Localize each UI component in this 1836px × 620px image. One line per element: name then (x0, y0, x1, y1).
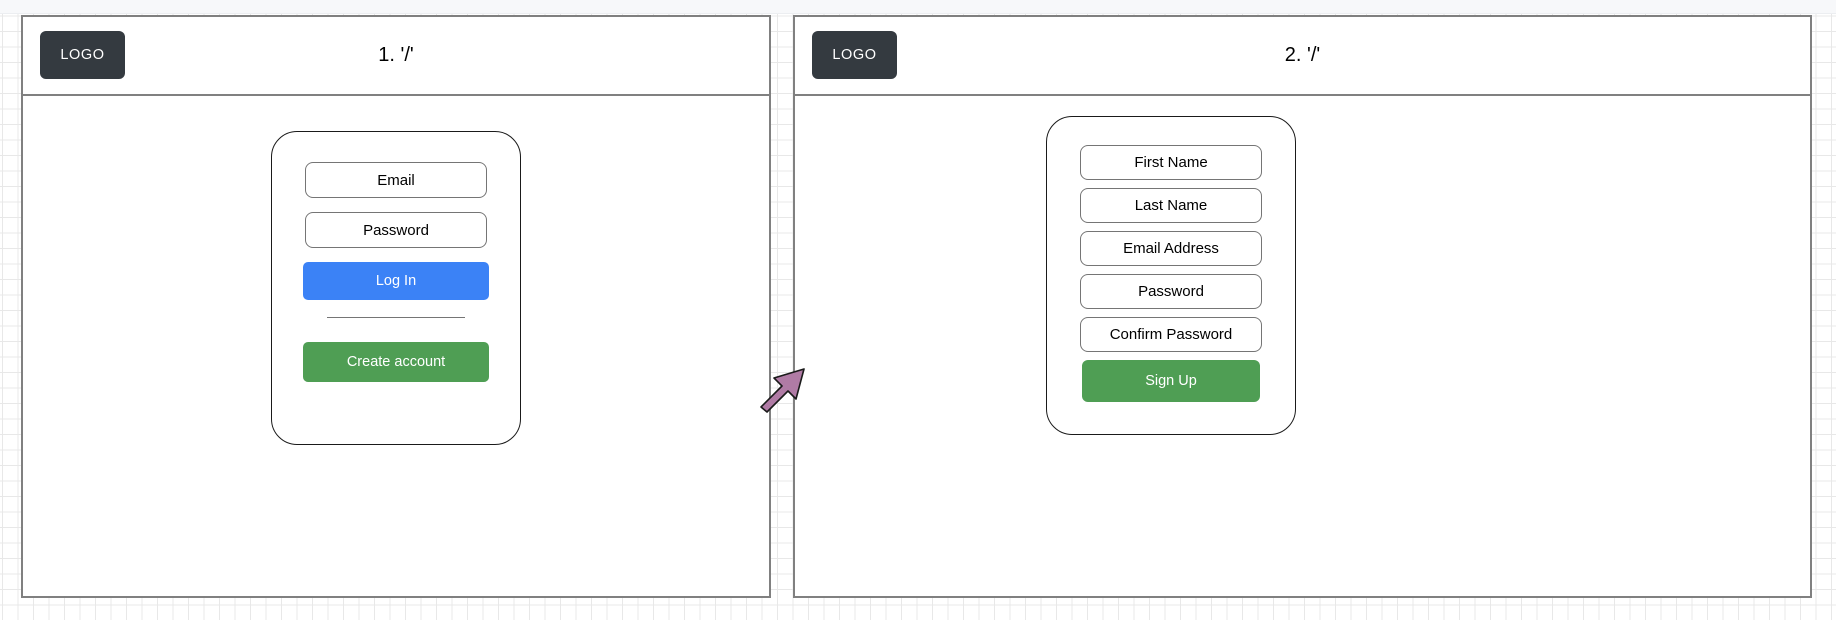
confirm-password-field[interactable]: Confirm Password (1080, 317, 1262, 352)
email-address-field[interactable]: Email Address (1080, 231, 1262, 266)
create-account-button[interactable]: Create account (303, 342, 489, 382)
arrow-shape (760, 368, 805, 413)
flow-arrow-icon[interactable] (755, 358, 815, 413)
card-divider (327, 317, 465, 318)
login-card: Email Password Log In Create account (271, 131, 521, 445)
logo-badge[interactable]: LOGO (40, 31, 125, 79)
log-in-button[interactable]: Log In (303, 262, 489, 300)
email-field[interactable]: Email (305, 162, 487, 198)
screen-frame-signup[interactable]: LOGO 2. '/' First Name Last Name Email A… (793, 15, 1812, 598)
first-name-field[interactable]: First Name (1080, 145, 1262, 180)
frame-title: 2. '/' (1284, 44, 1321, 66)
sign-up-button[interactable]: Sign Up (1082, 360, 1260, 402)
frame-title: 1. '/' (378, 44, 414, 66)
canvas-top-strip (0, 0, 1836, 14)
frame-header: LOGO 1. '/' (23, 17, 769, 96)
logo-badge[interactable]: LOGO (812, 31, 897, 79)
frame-body: First Name Last Name Email Address Passw… (795, 96, 1810, 596)
last-name-field[interactable]: Last Name (1080, 188, 1262, 223)
frame-body: Email Password Log In Create account (23, 96, 769, 596)
diagram-canvas[interactable]: LOGO 1. '/' Email Password Log In Create… (0, 0, 1836, 620)
password-field[interactable]: Password (305, 212, 487, 248)
password-field[interactable]: Password (1080, 274, 1262, 309)
screen-frame-login[interactable]: LOGO 1. '/' Email Password Log In Create… (21, 15, 771, 598)
frame-header: LOGO 2. '/' (795, 17, 1810, 96)
signup-card: First Name Last Name Email Address Passw… (1046, 116, 1296, 435)
